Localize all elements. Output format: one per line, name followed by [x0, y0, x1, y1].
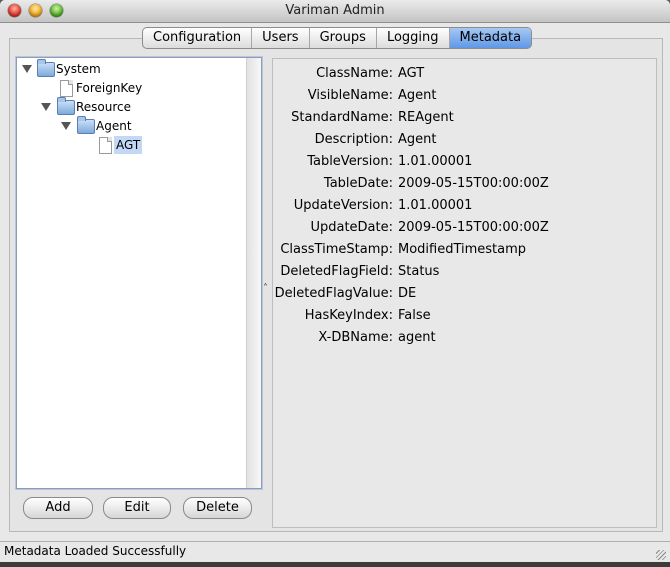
expanded-triangle-icon[interactable] — [22, 65, 32, 73]
property-row: StandardName: REAgent — [273, 109, 656, 127]
property-row: UpdateVersion: 1.01.00001 — [273, 197, 656, 215]
folder-icon — [57, 97, 75, 115]
property-row: X-DBName: agent — [273, 329, 656, 347]
property-key: VisibleName: — [307, 88, 393, 103]
property-row: TableDate: 2009-05-15T00:00:00Z — [273, 175, 656, 193]
property-row: UpdateDate: 2009-05-15T00:00:00Z — [273, 219, 656, 237]
folder-icon — [37, 59, 55, 77]
property-key: UpdateDate: — [310, 220, 393, 235]
file-icon — [60, 80, 73, 97]
tab-configuration[interactable]: Configuration — [143, 28, 253, 48]
property-row: Description: Agent — [273, 131, 656, 149]
metadata-tree: System ForeignKey Resource Agent AGT — [16, 57, 262, 489]
property-value: 1.01.00001 — [398, 154, 473, 169]
tab-groups[interactable]: Groups — [310, 28, 377, 48]
tree-node-label: System — [56, 62, 101, 76]
property-value: AGT — [398, 66, 425, 81]
properties-panel: ClassName: AGT VisibleName: Agent Standard… — [272, 58, 657, 528]
expanded-triangle-icon[interactable] — [61, 122, 71, 130]
property-row: VisibleName: Agent — [273, 87, 656, 105]
tree-node-label: Agent — [96, 119, 132, 133]
property-key: StandardName: — [291, 110, 393, 125]
property-value: Status — [398, 264, 440, 279]
property-key: Description: — [314, 132, 393, 147]
add-button[interactable]: Add — [23, 497, 93, 519]
property-row: ClassName: AGT — [273, 65, 656, 83]
property-row: DeletedFlagValue: DE — [273, 285, 656, 303]
property-key: ClassTimeStamp: — [280, 242, 393, 257]
property-key: TableVersion: — [307, 154, 393, 169]
property-value: 2009-05-15T00:00:00Z — [398, 220, 549, 235]
property-key: ClassName: — [316, 66, 393, 81]
expanded-triangle-icon[interactable] — [41, 103, 51, 111]
property-row: HasKeyIndex: False — [273, 307, 656, 325]
resize-grip-icon[interactable] — [656, 550, 666, 560]
file-icon — [99, 137, 112, 154]
property-value: agent — [398, 330, 436, 345]
title-bar: Variman Admin — [0, 0, 670, 23]
tab-bar: Configuration Users Groups Logging Metad… — [142, 27, 533, 49]
property-value: 1.01.00001 — [398, 198, 473, 213]
property-value: 2009-05-15T00:00:00Z — [398, 176, 549, 191]
tree-scrollbar[interactable] — [246, 58, 261, 488]
property-key: TableDate: — [323, 176, 393, 191]
property-value: Agent — [398, 88, 437, 103]
property-key: DeletedFlagValue: — [274, 286, 393, 301]
tree-node-label: Resource — [76, 100, 132, 114]
property-key: X-DBName: — [318, 330, 393, 345]
collapse-arrow-icon[interactable]: ˄ — [263, 284, 268, 294]
tree-node-label-selected: AGT — [114, 136, 143, 154]
property-key: HasKeyIndex: — [304, 308, 393, 323]
property-row: DeletedFlagField: Status — [273, 263, 656, 281]
tab-metadata[interactable]: Metadata — [449, 28, 532, 48]
property-value: REAgent — [398, 110, 454, 125]
folder-icon — [77, 116, 95, 134]
property-value: ModifiedTimestamp — [398, 242, 527, 257]
split-pane-divider[interactable]: ˄ — [262, 57, 271, 515]
property-value: False — [398, 308, 431, 323]
property-value: Agent — [398, 132, 437, 147]
desktop-background — [0, 562, 670, 567]
tab-logging[interactable]: Logging — [377, 28, 450, 48]
status-bar: Metadata Loaded Successfully — [0, 541, 670, 562]
tree-node-label: ForeignKey — [76, 81, 143, 95]
property-key: UpdateVersion: — [293, 198, 393, 213]
status-text: Metadata Loaded Successfully — [4, 544, 187, 558]
window-title: Variman Admin — [285, 3, 385, 18]
app-window: Variman Admin Configuration Users Groups… — [0, 0, 670, 562]
edit-button[interactable]: Edit — [103, 497, 171, 519]
tab-users[interactable]: Users — [252, 28, 310, 48]
property-row: TableVersion: 1.01.00001 — [273, 153, 656, 171]
property-row: ClassTimeStamp: ModifiedTimestamp — [273, 241, 656, 259]
property-key: DeletedFlagField: — [280, 264, 393, 279]
delete-button[interactable]: Delete — [183, 497, 252, 519]
property-value: DE — [398, 286, 417, 301]
